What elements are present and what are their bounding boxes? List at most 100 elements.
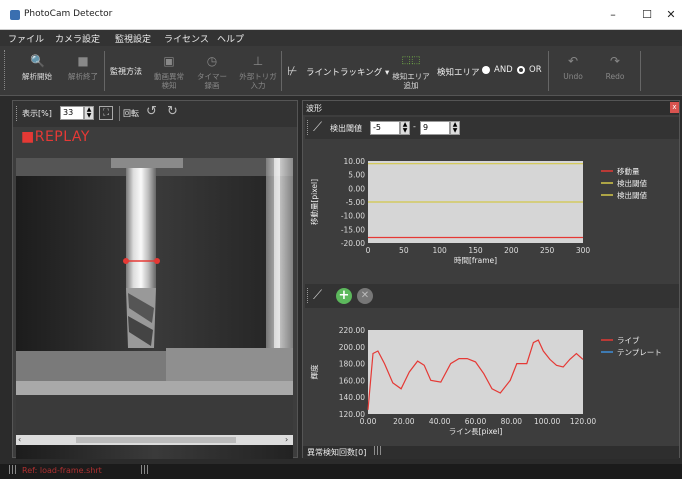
fit-screen-icon[interactable]: ⛶ <box>99 106 113 120</box>
threshold-label: 検出閾値 <box>330 124 362 133</box>
y-tick-label: 10.00 <box>344 157 366 166</box>
rotate-cw-icon[interactable]: ↻ <box>167 104 178 119</box>
scrollbar-thumb[interactable] <box>76 437 236 443</box>
toolbar: 🔍 解析開始 ■ 解析終了 監視方法 ▣ 動画異常 検知 ◷ タイマー 録画 ⊥… <box>0 46 682 96</box>
y-tick-label: -15.00 <box>341 225 365 234</box>
clock-icon: ◷ <box>206 54 218 68</box>
timer-record-button[interactable]: ◷ タイマー 録画 <box>195 52 229 90</box>
x-tick-label: 120.00 <box>570 417 596 426</box>
menu-bar: ファイル カメラ設定 監視設定 ライセンス ヘルプ <box>0 30 682 46</box>
toolbar-grip[interactable] <box>307 288 309 303</box>
panel-close-button[interactable]: x <box>670 102 679 113</box>
threshold-toolbar: ⟋ 検出閾値 -5 ▲ ▼ - 9 ▲ ▼ <box>305 117 679 139</box>
displacement-chart: 10.00 5.00 0.00 -5.00 -10.00 -15.00 -20.000 50 1… <box>305 141 679 279</box>
y-tick-label: -5.00 <box>346 198 366 207</box>
undo-icon: ↶ <box>567 54 579 68</box>
minimize-button[interactable]: – <box>602 4 624 26</box>
zoom-input[interactable]: 33 <box>60 106 84 120</box>
threshold-low-input[interactable]: -5 <box>370 121 400 135</box>
or-radio[interactable] <box>517 66 525 74</box>
y-tick-label: 160.00 <box>339 376 365 385</box>
detect-area-label: 検知エリア <box>437 68 480 78</box>
menu-camera-settings[interactable]: カメラ設定 <box>55 32 100 45</box>
x-tick-label: 300 <box>576 246 591 255</box>
line-tracking-icon: ⊬ <box>287 64 298 78</box>
toolbar-grip[interactable] <box>4 50 7 90</box>
x-tick-label: 150 <box>468 246 483 255</box>
chart-icon: ⟋ <box>313 288 323 303</box>
y-tick-label: 200.00 <box>339 343 365 352</box>
menu-help[interactable]: ヘルプ <box>217 32 244 45</box>
remove-icon[interactable]: ✕ <box>357 288 373 304</box>
anomaly-count: 異常検知回数[0] <box>307 448 367 457</box>
redo-button[interactable]: ↷ Redo <box>600 52 630 81</box>
app-icon <box>10 10 20 20</box>
undo-button[interactable]: ↶ Undo <box>558 52 588 81</box>
camera-panel: 表示[%] 33 ▲ ▼ ⛶ 回転 ↺ ↻ ■REPLAY ‹ › <box>12 100 298 459</box>
status-grip: ||| <box>140 465 150 475</box>
redo-icon: ↷ <box>609 54 621 68</box>
threshold-separator: - <box>413 122 416 131</box>
area-icon: ⬚⬚ <box>401 55 421 66</box>
scroll-left-icon[interactable]: ‹ <box>18 435 21 444</box>
stop-icon: ■ <box>77 54 89 68</box>
x-tick-label: 60.00 <box>465 417 487 426</box>
brightness-chart: 220.00 200.00 180.00 160.00 140.00 120.00 0.00… <box>305 310 679 446</box>
external-trigger-button[interactable]: ⊥ 外部トリガ 入力 <box>236 52 280 90</box>
window-title: PhotoCam Detector <box>24 9 113 19</box>
y-tick-label: 140.00 <box>339 393 365 402</box>
menu-file[interactable]: ファイル <box>8 32 44 45</box>
waveform-header: 波形 x <box>303 101 679 115</box>
video-anomaly-button[interactable]: ▣ 動画異常 検知 <box>150 52 188 90</box>
legend-label: 検出閾値 <box>617 190 647 200</box>
and-label: AND <box>494 65 513 75</box>
x-tick-label: 50 <box>399 246 409 255</box>
plot-area <box>368 330 583 414</box>
start-analysis-button[interactable]: 🔍 解析開始 <box>22 52 52 81</box>
divider <box>281 51 282 91</box>
waveform-title: 波形 <box>306 104 322 113</box>
monitor-method-label: 監視方法 <box>110 67 142 76</box>
chart-icon: ⟋ <box>313 120 323 135</box>
footer-bar: 異常検知回数[0] ||| <box>303 446 679 459</box>
camera-view[interactable]: ‹ › <box>16 158 293 459</box>
x-tick-label: 80.00 <box>501 417 523 426</box>
x-tick-label: 0 <box>366 246 371 255</box>
threshold-high-input[interactable]: 9 <box>420 121 450 135</box>
x-tick-label: 40.00 <box>429 417 451 426</box>
scroll-right-icon[interactable]: › <box>285 435 288 444</box>
x-tick-label: 250 <box>540 246 555 255</box>
y-tick-label: -10.00 <box>341 212 365 221</box>
threshold-high-stepper[interactable]: ▲ ▼ <box>450 121 460 135</box>
replay-indicator: ■REPLAY <box>21 129 90 145</box>
legend-label: テンプレート <box>617 348 662 357</box>
toolbar-grip[interactable] <box>16 106 18 121</box>
legend-label: 検出閾値 <box>617 178 647 188</box>
menu-monitor-settings[interactable]: 監視設定 <box>115 32 151 45</box>
camera-toolbar: 表示[%] 33 ▲ ▼ ⛶ 回転 ↺ ↻ <box>13 101 297 127</box>
y-axis-label: 移動量[pixel] <box>309 179 319 225</box>
divider <box>640 51 641 91</box>
footer-grip[interactable]: ||| <box>373 446 382 456</box>
status-bar: ||| Ref: load-frame.shrt ||| <box>0 464 682 479</box>
add-icon[interactable]: + <box>336 288 352 304</box>
camera-image <box>16 158 293 459</box>
add-detect-area-button[interactable]: ⬚⬚ 検知エリア 追加 <box>388 52 434 90</box>
toolbar-grip[interactable] <box>307 120 309 135</box>
rotate-label: 回転 <box>123 109 139 118</box>
y-tick-label: 220.00 <box>339 326 365 335</box>
magnifier-icon: 🔍 <box>30 54 45 68</box>
rotate-ccw-icon[interactable]: ↺ <box>146 104 157 119</box>
x-tick-label: 100 <box>433 246 448 255</box>
threshold-low-stepper[interactable]: ▲ ▼ <box>400 121 410 135</box>
trigger-icon: ⊥ <box>252 54 264 68</box>
menu-license[interactable]: ライセンス <box>164 32 209 45</box>
close-button[interactable]: ✕ <box>660 4 682 26</box>
horizontal-scrollbar[interactable]: ‹ › <box>16 435 293 445</box>
divider <box>119 106 120 121</box>
maximize-button[interactable]: ☐ <box>636 4 658 26</box>
and-radio[interactable] <box>482 66 490 74</box>
line-tracking-button[interactable]: ライントラッキング ▾ <box>306 66 389 78</box>
stop-analysis-button[interactable]: ■ 解析終了 <box>68 52 98 81</box>
zoom-stepper[interactable]: ▲ ▼ <box>84 106 94 120</box>
